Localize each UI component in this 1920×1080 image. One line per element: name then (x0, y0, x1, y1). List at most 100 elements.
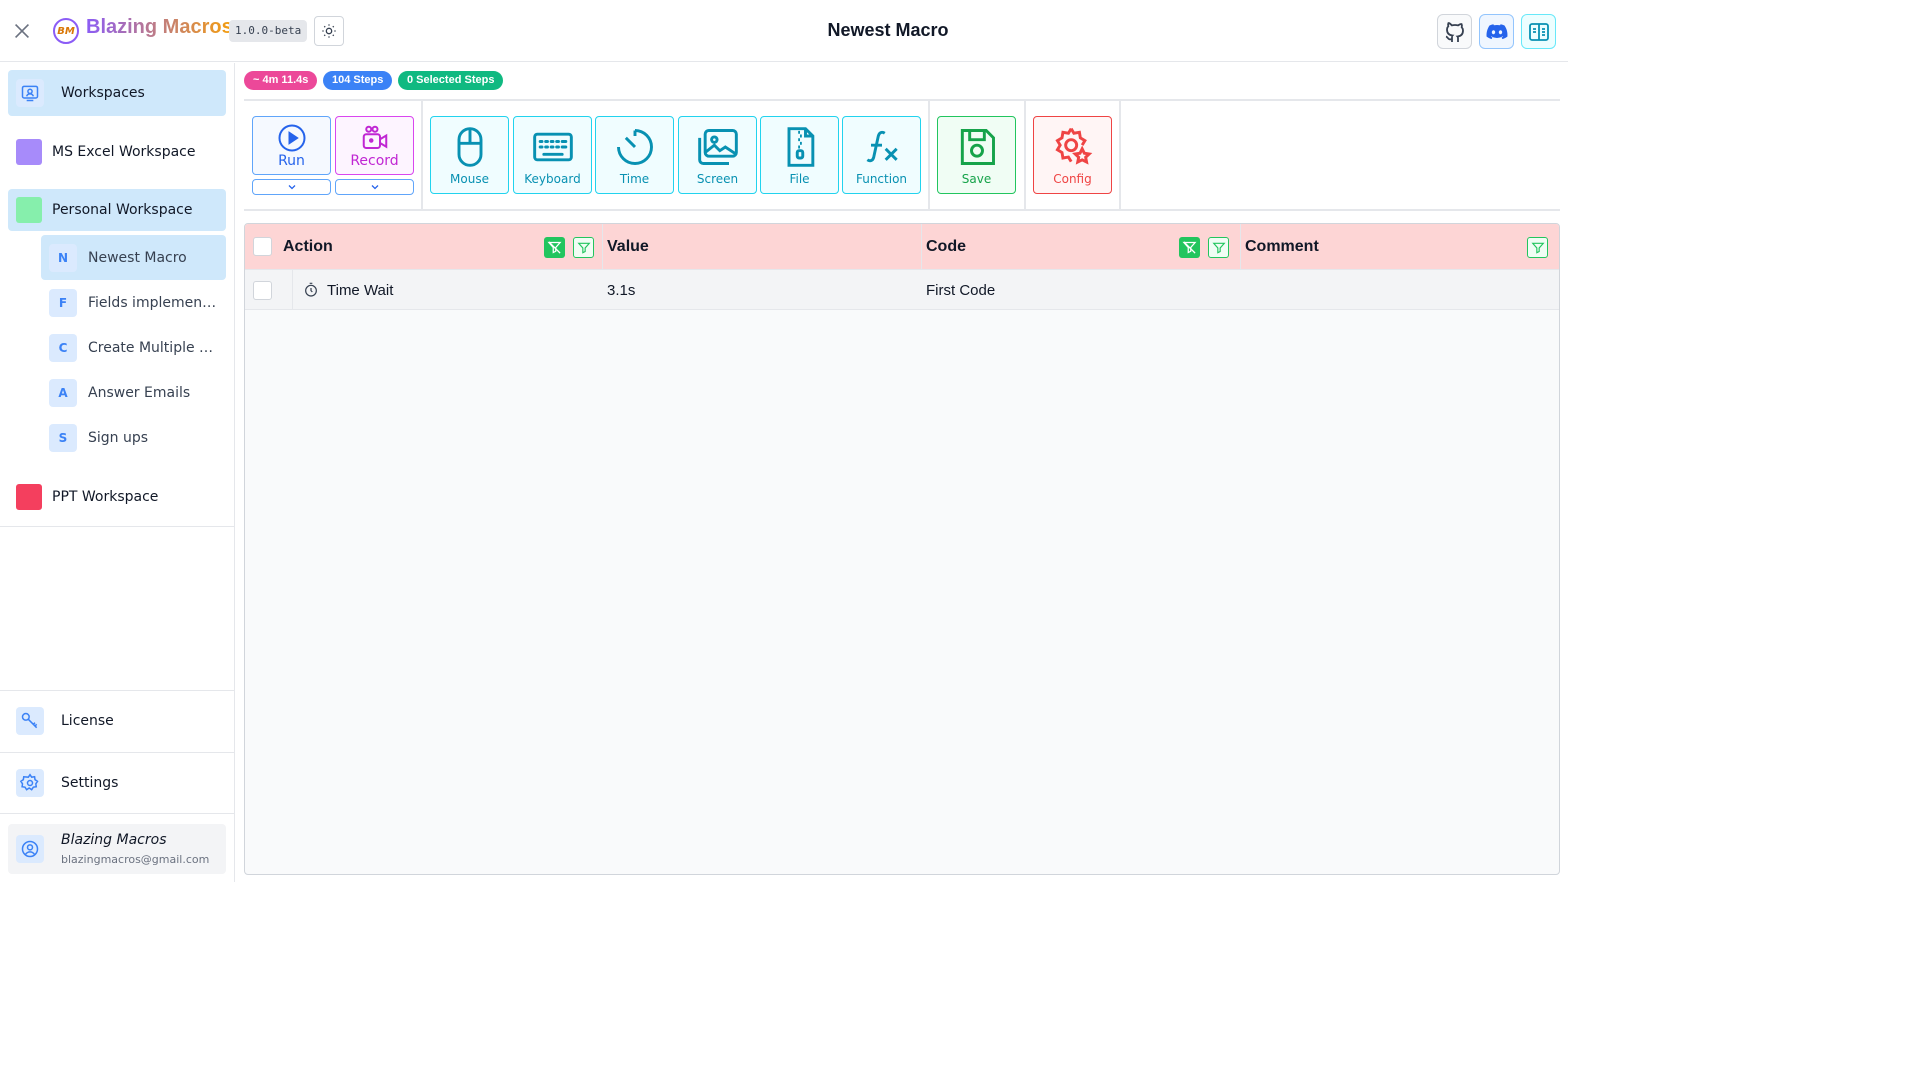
mouse-label: Mouse (450, 171, 489, 186)
keyboard-action-button[interactable]: Keyboard (513, 116, 592, 194)
row-checkbox[interactable] (253, 281, 272, 300)
app-header: BM Blazing Macros 1.0.0-beta Newest Macr… (0, 0, 1568, 62)
macro-letter-badge: A (49, 378, 77, 407)
macro-label: Create Multiple Sh... (88, 339, 218, 356)
macro-label: Answer Emails (88, 384, 191, 401)
macro-letter-badge: N (49, 243, 77, 272)
function-label: Function (855, 171, 908, 186)
discord-button[interactable] (1479, 14, 1514, 49)
sidebar-item-label: MS Excel Workspace (52, 144, 196, 160)
cell-code: First Code (926, 281, 996, 299)
sidebar-item-settings[interactable]: Settings (8, 761, 226, 805)
video-camera-icon (362, 125, 387, 149)
toolbar-divider (1024, 101, 1026, 211)
macro-item-newest-macro[interactable]: N Newest Macro (41, 235, 226, 280)
file-action-button[interactable]: File (760, 116, 839, 194)
toolbar-divider (421, 101, 423, 211)
macro-label: Fields implementor (88, 294, 218, 311)
record-button[interactable]: Record (335, 116, 414, 175)
screen-label: Screen (696, 171, 739, 186)
zip-file-icon (787, 126, 814, 167)
macro-label: Newest Macro (88, 249, 187, 266)
keyboard-label: Keyboard (524, 171, 581, 186)
mouse-action-button[interactable]: Mouse (430, 116, 509, 194)
keyboard-icon (532, 132, 573, 161)
selected-steps-badge: 0 Selected Steps (398, 71, 504, 90)
filter-icon[interactable] (1208, 237, 1229, 258)
sidebar-item-ppt-workspace[interactable]: PPT Workspace (8, 474, 226, 520)
macro-item-fields-implementor[interactable]: F Fields implementor (41, 280, 226, 325)
play-icon (278, 124, 305, 151)
run-button[interactable]: Run (252, 116, 331, 175)
run-options-dropdown[interactable] (252, 179, 331, 195)
sidebar-divider (0, 813, 234, 814)
screen-action-button[interactable]: Screen (678, 116, 757, 194)
toolbar: Run Record Mouse Keyboard Time Screen Fi… (244, 99, 1560, 211)
sidebar: Workspaces MS Excel Workspace Personal W… (0, 63, 235, 882)
toolbar-divider (1119, 101, 1121, 211)
select-all-checkbox[interactable] (253, 237, 272, 256)
github-icon (1445, 21, 1464, 42)
macro-item-sign-ups[interactable]: S Sign ups (41, 415, 226, 460)
cell-value: 3.1s (607, 281, 636, 299)
cell-action: Time Wait (327, 281, 394, 299)
chevron-down-icon (371, 185, 378, 190)
main-content: ~ 4m 11.4s 104 Steps 0 Selected Steps Ru… (236, 63, 1568, 882)
config-button[interactable]: Config (1033, 116, 1112, 194)
key-icon (16, 707, 44, 735)
sidebar-item-personal-workspace[interactable]: Personal Workspace (8, 189, 226, 231)
clear-filter-icon[interactable] (544, 237, 565, 258)
user-name: Blazing Macros (61, 832, 167, 848)
user-profile[interactable]: Blazing Macros blazingmacros@gmail.com (8, 824, 226, 874)
discord-icon (1486, 23, 1507, 39)
github-button[interactable] (1437, 14, 1472, 49)
mouse-icon (457, 126, 482, 167)
table-header: Action Value Code Comment (245, 224, 1559, 270)
record-label: Record (350, 152, 399, 169)
filter-icon[interactable] (1527, 237, 1548, 258)
time-action-button[interactable]: Time (595, 116, 674, 194)
time-label: Time (619, 171, 650, 186)
toolbar-divider (928, 101, 930, 211)
sidebar-item-ms-excel-workspace[interactable]: MS Excel Workspace (8, 129, 226, 175)
docs-button[interactable] (1521, 14, 1556, 49)
sidebar-item-label: License (61, 713, 114, 729)
save-button[interactable]: Save (937, 116, 1016, 194)
checkbox-column-divider (292, 270, 293, 310)
sidebar-item-label: Settings (61, 775, 119, 791)
sidebar-divider (0, 526, 234, 527)
sidebar-divider (0, 690, 234, 691)
workspace-color-swatch (16, 139, 42, 165)
sidebar-item-label: Workspaces (61, 85, 145, 101)
table-row[interactable]: Time Wait 3.1s First Code (245, 270, 1559, 310)
record-options-dropdown[interactable] (335, 179, 414, 195)
column-header-comment[interactable]: Comment (1245, 224, 1319, 270)
config-label: Config (1053, 171, 1092, 186)
function-icon (866, 130, 898, 162)
column-header-action[interactable]: Action (283, 224, 333, 270)
gear-star-icon (1054, 127, 1092, 165)
macro-label: Sign ups (88, 429, 149, 446)
sidebar-item-license[interactable]: License (8, 699, 226, 743)
sidebar-divider (0, 752, 234, 753)
filter-icon[interactable] (573, 237, 594, 258)
sidebar-item-workspaces[interactable]: Workspaces (8, 70, 226, 116)
image-gallery-icon (697, 128, 738, 165)
docs-icon (1528, 22, 1549, 41)
function-action-button[interactable]: Function (842, 116, 921, 194)
floppy-disk-icon (960, 128, 995, 165)
sidebar-item-label: Personal Workspace (52, 202, 193, 218)
run-label: Run (278, 152, 305, 169)
macro-item-create-multiple-sheets[interactable]: C Create Multiple Sh... (41, 325, 226, 370)
macro-letter-badge: S (49, 423, 77, 452)
macro-letter-badge: C (49, 333, 77, 362)
steps-badge: 104 Steps (323, 71, 393, 90)
timer-icon (303, 270, 319, 310)
timer-icon (616, 128, 653, 165)
column-header-code[interactable]: Code (926, 224, 966, 270)
column-header-value[interactable]: Value (607, 224, 649, 270)
clear-filter-icon[interactable] (1179, 237, 1200, 258)
workspace-color-swatch (16, 484, 42, 510)
macro-item-answer-emails[interactable]: A Answer Emails (41, 370, 226, 415)
chevron-down-icon (288, 185, 295, 190)
